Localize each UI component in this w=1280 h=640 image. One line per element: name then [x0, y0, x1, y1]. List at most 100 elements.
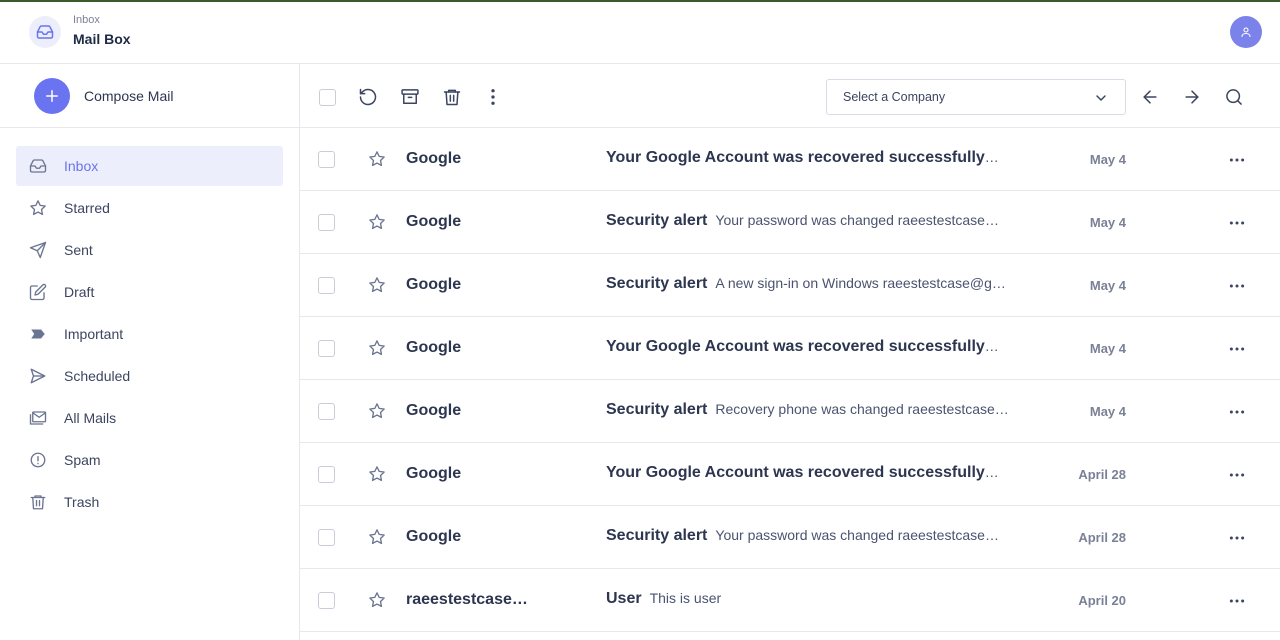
star-icon[interactable] — [368, 339, 386, 357]
table-row[interactable]: raeestestcase@gmail.com User This is user A… — [300, 569, 1280, 632]
sidebar-item-label: Sent — [64, 242, 93, 258]
star-icon[interactable] — [368, 150, 386, 168]
more-horizontal-icon[interactable] — [1226, 590, 1248, 612]
search-icon[interactable] — [1223, 86, 1245, 108]
email-snippet: This is user — [649, 590, 722, 606]
sidebar-nav: Inbox Starred Sent Draft Important Sched… — [16, 146, 283, 524]
chevron-down-icon — [1096, 95, 1106, 101]
all-mail-icon — [28, 408, 48, 428]
row-checkbox[interactable] — [318, 340, 335, 357]
email-date: May 4 — [1089, 341, 1126, 356]
more-horizontal-icon[interactable] — [1226, 275, 1248, 297]
sidebar-item-all-mails[interactable]: All Mails — [16, 398, 283, 438]
arrow-right-icon[interactable] — [1181, 86, 1203, 108]
table-row[interactable]: Google Security alert Recovery phone was c… — [300, 380, 1280, 443]
row-checkbox[interactable] — [318, 214, 335, 231]
company-select[interactable]: Select a Company — [826, 79, 1126, 115]
email-date: May 4 — [1089, 215, 1126, 230]
page-title: Mail Box — [73, 31, 131, 47]
send-icon — [28, 240, 48, 260]
alert-circle-icon — [28, 450, 48, 470]
email-subject: Your Google Account was recovered succes… — [606, 464, 985, 481]
user-icon — [1241, 27, 1251, 38]
email-date: April 28 — [1078, 530, 1126, 545]
email-date: April 28 — [1078, 467, 1126, 482]
table-row[interactable]: Google Your Google Account was recovered … — [300, 443, 1280, 506]
inbox-icon — [28, 156, 48, 176]
mail-list-panel: Select a Company Google Your Google Accou… — [300, 64, 1280, 640]
sidebar-item-spam[interactable]: Spam — [16, 440, 283, 480]
more-horizontal-icon[interactable] — [1226, 212, 1248, 234]
table-row[interactable]: Google Security alert Your password was ch… — [300, 506, 1280, 569]
row-checkbox[interactable] — [318, 466, 335, 483]
email-date: May 4 — [1089, 404, 1126, 419]
email-snippet: Your password was changed raeestestcase@… — [715, 212, 1010, 228]
sidebar-item-trash[interactable]: Trash — [16, 482, 283, 522]
email-content: User This is user — [606, 590, 1010, 608]
table-row[interactable]: Google Your Google Account was recovered … — [300, 128, 1280, 191]
email-snippet: A new sign-in on Windows raeestestcase@g… — [715, 275, 1010, 291]
more-horizontal-icon[interactable] — [1226, 338, 1248, 360]
star-icon[interactable] — [368, 402, 386, 420]
more-horizontal-icon[interactable] — [1226, 527, 1248, 549]
email-subject: Security alert — [606, 212, 708, 229]
email-sender: Google — [406, 465, 462, 482]
row-checkbox[interactable] — [318, 277, 335, 294]
delete-icon[interactable] — [441, 86, 463, 108]
breadcrumb: Inbox — [73, 14, 100, 26]
sidebar-item-important[interactable]: Important — [16, 314, 283, 354]
email-subject: Security alert — [606, 527, 708, 544]
more-horizontal-icon[interactable] — [1226, 149, 1248, 171]
email-date: May 4 — [1089, 152, 1126, 167]
star-icon[interactable] — [368, 528, 386, 546]
sidebar-item-inbox[interactable]: Inbox — [16, 146, 283, 186]
sidebar-item-draft[interactable]: Draft — [16, 272, 283, 312]
compose-mail-label: Compose Mail — [84, 87, 174, 104]
email-subject: Security alert — [606, 275, 708, 292]
more-vertical-icon[interactable] — [482, 86, 504, 108]
email-content: Security alert Your password was changed … — [606, 212, 1010, 230]
more-horizontal-icon[interactable] — [1226, 464, 1248, 486]
table-row[interactable]: Google Your Google Account was recovered … — [300, 317, 1280, 380]
sidebar-item-label: Inbox — [64, 158, 99, 174]
schedule-send-icon — [28, 366, 48, 386]
email-content: Security alert A new sign-in on Windows r… — [606, 275, 1010, 293]
table-row[interactable]: Google Security alert Your password was ch… — [300, 191, 1280, 254]
avatar[interactable] — [1230, 16, 1262, 48]
sidebar-item-scheduled[interactable]: Scheduled — [16, 356, 283, 396]
row-checkbox[interactable] — [318, 592, 335, 609]
sidebar-item-sent[interactable]: Sent — [16, 230, 283, 270]
row-checkbox[interactable] — [318, 151, 335, 168]
inbox-icon — [29, 16, 61, 48]
label-icon — [28, 324, 48, 344]
email-snippet: Your password was changed raeestestcase@… — [715, 527, 1010, 543]
star-icon[interactable] — [368, 276, 386, 294]
refresh-icon[interactable] — [357, 86, 379, 108]
compose-mail-button[interactable]: Compose Mail — [0, 64, 299, 128]
email-content: Security alert Recovery phone was changed… — [606, 401, 1010, 419]
email-snippet: Recovery phone was changed raeestestcase… — [715, 401, 1010, 417]
email-sender: Google — [406, 339, 462, 356]
company-select-value: Select a Company — [843, 90, 946, 104]
archive-icon[interactable] — [399, 86, 421, 108]
email-date: April 20 — [1078, 593, 1126, 608]
arrow-left-icon[interactable] — [1139, 86, 1161, 108]
row-checkbox[interactable] — [318, 529, 335, 546]
email-sender: Google — [406, 402, 462, 419]
sidebar-item-starred[interactable]: Starred — [16, 188, 283, 228]
email-subject: Your Google Account was recovered succes… — [606, 149, 985, 166]
email-content: Security alert Your password was changed … — [606, 527, 1010, 545]
sidebar: Compose Mail Inbox Starred Sent Draft Im… — [0, 64, 300, 640]
star-icon[interactable] — [368, 591, 386, 609]
email-date: May 4 — [1089, 278, 1126, 293]
sidebar-item-label: Important — [64, 326, 124, 342]
row-checkbox[interactable] — [318, 403, 335, 420]
edit-icon — [28, 282, 48, 302]
select-all-checkbox[interactable] — [316, 86, 338, 108]
star-icon[interactable] — [368, 213, 386, 231]
email-sender: Google — [406, 276, 462, 293]
email-sender: Google — [406, 150, 462, 167]
table-row[interactable]: Google Security alert A new sign-in on Win… — [300, 254, 1280, 317]
more-horizontal-icon[interactable] — [1226, 401, 1248, 423]
star-icon[interactable] — [368, 465, 386, 483]
